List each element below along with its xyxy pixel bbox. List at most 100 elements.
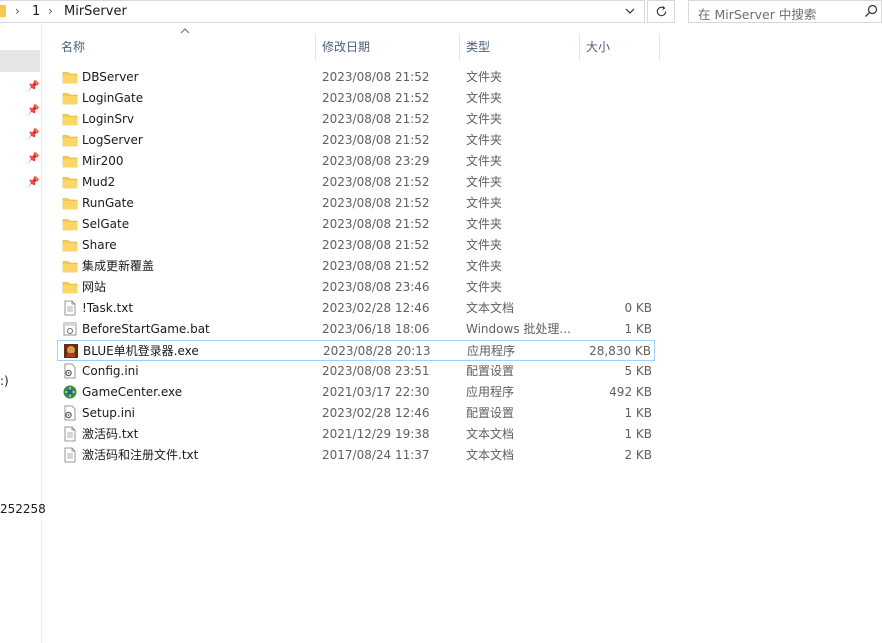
column-header-type[interactable]: 类型 (466, 38, 490, 56)
file-name: Config.ini (82, 364, 139, 378)
file-date-modified: 2023/08/08 21:52 (322, 91, 430, 105)
column-header-name[interactable]: 名称 (61, 38, 85, 56)
file-date-modified: 2023/08/08 23:46 (322, 280, 430, 294)
file-size: 1 KB (624, 427, 652, 441)
pin-icon[interactable]: 📌 (27, 177, 39, 189)
search-box[interactable]: 在 MirServer 中搜索 (688, 0, 882, 23)
file-name: LogServer (82, 133, 143, 147)
folder-icon (62, 216, 78, 232)
column-header-size[interactable]: 大小 (586, 38, 610, 56)
ini-file-icon (62, 405, 78, 421)
breadcrumb-item-mirserver[interactable]: MirServer (64, 4, 127, 20)
file-row[interactable]: LoginGate 2023/08/08 21:52 文件夹 (57, 88, 655, 109)
folder-icon (62, 174, 78, 190)
column-header-date[interactable]: 修改日期 (322, 38, 370, 56)
file-type: 文件夹 (466, 91, 503, 105)
text-file-icon (62, 300, 78, 316)
pin-icon[interactable]: 📌 (27, 105, 39, 117)
column-divider[interactable] (579, 34, 580, 60)
folder-icon (62, 132, 78, 148)
file-row[interactable]: LogServer 2023/08/08 21:52 文件夹 (57, 130, 655, 151)
navigation-pane: 📌 📌 📌 📌 📌 :) 252258 (0, 24, 46, 643)
file-row[interactable]: DBServer 2023/08/08 21:52 文件夹 (57, 67, 655, 88)
file-row[interactable]: SelGate 2023/08/08 21:52 文件夹 (57, 214, 655, 235)
file-row[interactable]: Mir200 2023/08/08 23:29 文件夹 (57, 151, 655, 172)
folder-icon (62, 153, 78, 169)
file-row[interactable]: 激活码和注册文件.txt 2017/08/24 11:37 文本文档 2 KB (57, 445, 655, 466)
file-type: 文件夹 (466, 133, 503, 147)
text-file-icon (62, 447, 78, 463)
file-name: SelGate (82, 217, 130, 231)
breadcrumb-item-1[interactable]: 1 (32, 4, 40, 20)
file-name: Share (82, 238, 117, 252)
file-name: 激活码.txt (82, 427, 139, 441)
file-type: 文件夹 (466, 154, 503, 168)
ini-file-icon (62, 363, 78, 379)
file-type: 文件夹 (466, 280, 503, 294)
file-size: 0 KB (624, 301, 652, 315)
folder-icon (62, 279, 78, 295)
column-divider[interactable] (659, 34, 660, 60)
file-date-modified: 2023/08/08 23:51 (322, 364, 430, 378)
file-row[interactable]: 激活码.txt 2021/12/29 19:38 文本文档 1 KB (57, 424, 655, 445)
file-type: Windows 批处理... (466, 322, 571, 336)
column-divider[interactable] (315, 34, 316, 60)
file-date-modified: 2023/08/08 23:29 (322, 154, 430, 168)
file-type: 文本文档 (466, 301, 515, 315)
search-icon[interactable] (863, 3, 879, 19)
pin-icon[interactable]: 📌 (27, 81, 39, 93)
nav-item-text[interactable]: 252258 (0, 502, 46, 516)
file-name: Mud2 (82, 175, 116, 189)
folder-icon (0, 5, 6, 17)
file-row[interactable]: Setup.ini 2023/02/28 12:46 配置设置 1 KB (57, 403, 655, 424)
file-row[interactable]: Share 2023/08/08 21:52 文件夹 (57, 235, 655, 256)
file-name: 集成更新覆盖 (82, 259, 155, 273)
file-size: 28,830 KB (589, 344, 651, 358)
file-row[interactable]: 网站 2023/08/08 23:46 文件夹 (57, 277, 655, 298)
file-name: LoginSrv (82, 112, 135, 126)
file-size: 492 KB (609, 385, 652, 399)
file-row[interactable]: BLUE单机登录器.exe 2023/08/28 20:13 应用程序 28,830 … (57, 340, 655, 361)
file-date-modified: 2021/03/17 22:30 (322, 385, 430, 399)
chevron-right-icon[interactable]: › (15, 3, 20, 19)
address-bar[interactable]: › 1 › MirServer (0, 0, 645, 23)
nav-item-selected[interactable] (0, 50, 40, 72)
file-row[interactable]: !Task.txt 2023/02/28 12:46 文本文档 0 KB (57, 298, 655, 319)
file-row[interactable]: Config.ini 2023/08/08 23:51 配置设置 5 KB (57, 361, 655, 382)
file-name: Setup.ini (82, 406, 136, 420)
file-date-modified: 2023/08/08 21:52 (322, 259, 430, 273)
file-row[interactable]: Mud2 2023/08/08 21:52 文件夹 (57, 172, 655, 193)
file-date-modified: 2017/08/24 11:37 (322, 448, 430, 462)
file-name: 网站 (82, 280, 107, 294)
file-row[interactable]: RunGate 2023/08/08 21:52 文件夹 (57, 193, 655, 214)
pin-icon[interactable]: 📌 (27, 129, 39, 141)
refresh-icon (656, 6, 666, 17)
file-type: 文件夹 (466, 112, 503, 126)
file-type: 配置设置 (466, 406, 515, 420)
chevron-right-icon[interactable]: › (48, 3, 53, 19)
file-explorer-window: › 1 › MirServer 在 MirServer 中搜索 📌 📌 📌 📌 … (0, 0, 882, 643)
folder-icon (62, 90, 78, 106)
file-name: Mir200 (82, 154, 124, 168)
file-size: 1 KB (624, 406, 652, 420)
file-date-modified: 2023/08/08 21:52 (322, 70, 430, 84)
file-name: GameCenter.exe (82, 385, 183, 399)
file-row[interactable]: LoginSrv 2023/08/08 21:52 文件夹 (57, 109, 655, 130)
file-date-modified: 2023/08/08 21:52 (322, 112, 430, 126)
file-date-modified: 2023/08/08 21:52 (322, 133, 430, 147)
file-date-modified: 2023/02/28 12:46 (322, 406, 430, 420)
search-input[interactable]: 在 MirServer 中搜索 (698, 4, 816, 23)
column-divider[interactable] (459, 34, 460, 60)
file-type: 应用程序 (467, 344, 516, 358)
file-row[interactable]: BeforeStartGame.bat 2023/06/18 18:06 Windo… (57, 319, 655, 340)
address-bar-row: › 1 › MirServer 在 MirServer 中搜索 (0, 0, 882, 24)
file-type: 文件夹 (466, 259, 503, 273)
file-row[interactable]: 集成更新覆盖 2023/08/08 21:52 文件夹 (57, 256, 655, 277)
file-row[interactable]: GameCenter.exe 2021/03/17 22:30 应用程序 492 KB (57, 382, 655, 403)
nav-item-drive[interactable]: :) (0, 374, 9, 388)
file-date-modified: 2021/12/29 19:38 (322, 427, 430, 441)
chevron-down-icon[interactable] (620, 4, 640, 21)
file-type: 文本文档 (466, 427, 515, 441)
refresh-button[interactable] (647, 0, 675, 23)
pin-icon[interactable]: 📌 (27, 153, 39, 165)
